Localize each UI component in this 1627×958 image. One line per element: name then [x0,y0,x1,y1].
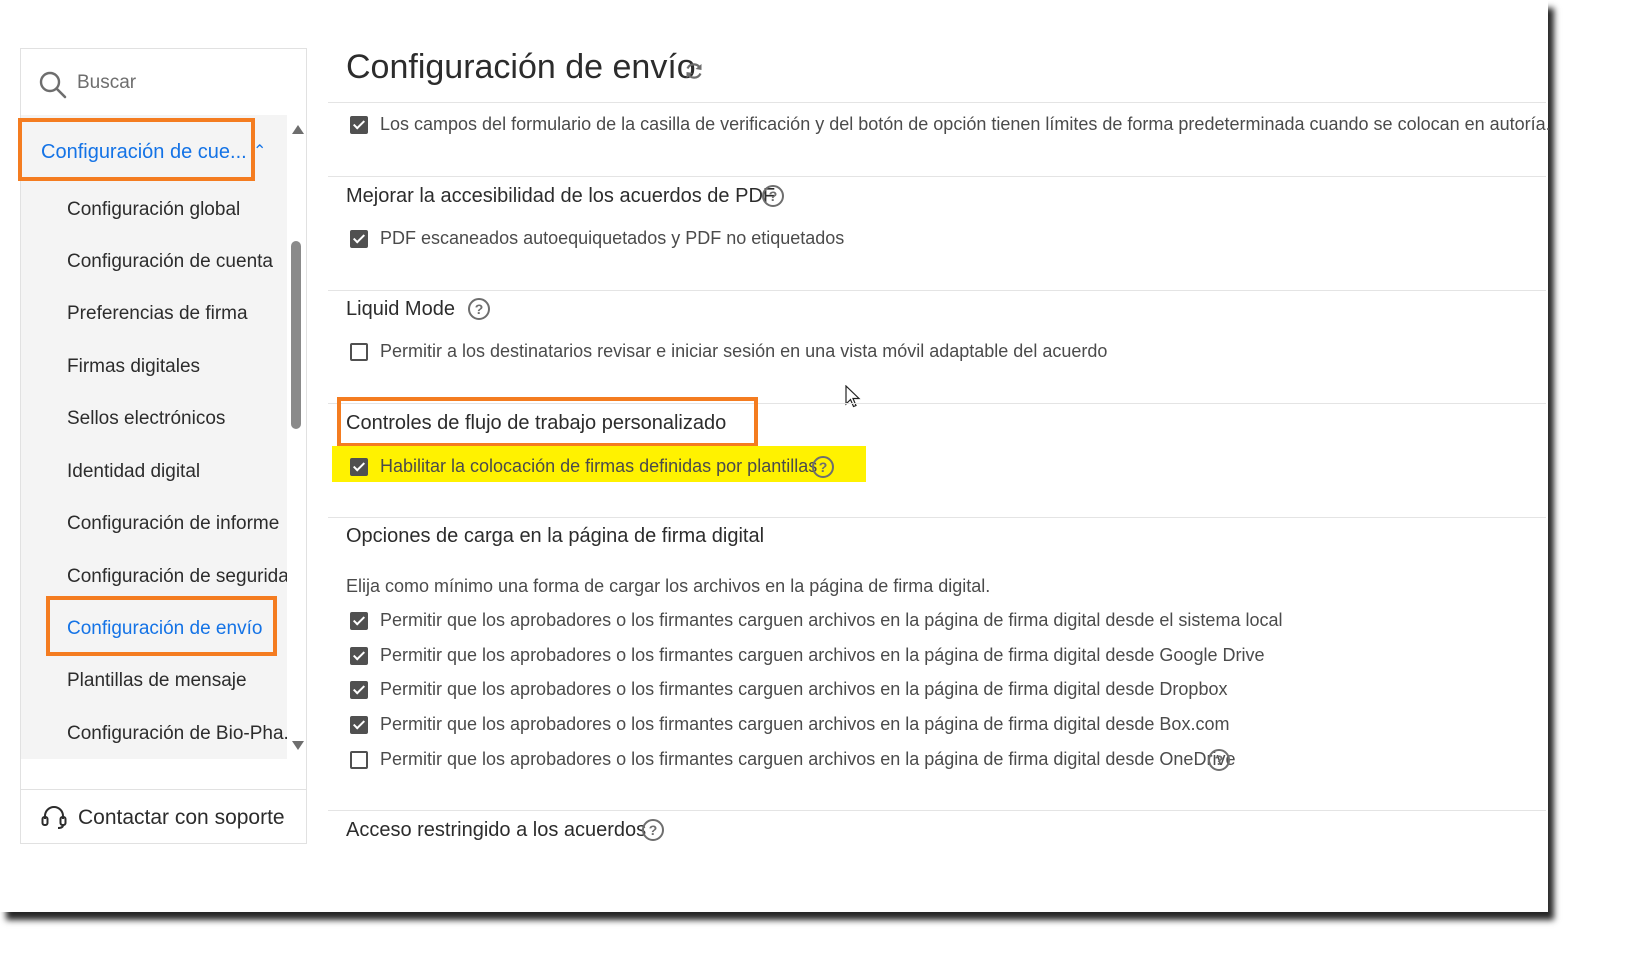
option-label: PDF escaneados autoequiquetados y PDF no… [380,228,845,248]
sidebar-item-security-settings[interactable]: Configuración de seguridad [67,566,299,588]
search-icon [39,71,67,99]
scrollbar-thumb[interactable] [291,241,301,429]
nav-group-account-settings[interactable]: Configuración de cue... ⌃ [21,123,287,175]
checkbox[interactable] [350,115,368,134]
divider [328,290,1546,291]
option-label: Permitir que los aprobadores o los firma… [380,749,1236,769]
checkbox[interactable] [350,646,368,665]
option-upload-box[interactable]: Permitir que los aprobadores o los firma… [350,714,1229,735]
contact-support-label: Contactar con soporte [78,806,285,829]
sidebar-item-global-settings[interactable]: Configuración global [67,199,240,221]
option-upload-dropbox[interactable]: Permitir que los aprobadores o los firma… [350,679,1227,700]
section-title-liquid-mode: Liquid Mode [346,298,455,320]
option-liquid-mode-view[interactable]: Permitir a los destinatarios revisar e i… [350,341,1107,362]
scroll-down-arrow-icon[interactable] [292,741,304,750]
option-template-signature-placement[interactable]: Habilitar la colocación de firmas defini… [350,456,817,477]
option-label: Permitir a los destinatarios revisar e i… [380,341,1108,361]
upload-options-description: Elija como mínimo una forma de cargar lo… [346,576,991,596]
section-title-upload-options: Opciones de carga en la página de firma … [346,525,765,547]
sidebar-item-bio-pharma-settings[interactable]: Configuración de Bio-Pha... [67,723,299,745]
help-icon[interactable]: ? [642,819,664,841]
option-upload-local[interactable]: Permitir que los aprobadores o los firma… [350,610,1282,631]
option-upload-onedrive[interactable]: Permitir que los aprobadores o los firma… [350,749,1235,770]
page-title: Configuración de envío [346,48,696,86]
divider [328,810,1546,811]
option-label: Permitir que los aprobadores o los firma… [380,679,1228,699]
section-title-custom-workflow-controls: Controles de flujo de trabajo personaliz… [346,412,727,434]
sidebar-scrollbar[interactable] [287,115,306,759]
help-icon[interactable]: ? [468,298,490,320]
divider [328,102,1546,103]
mouse-pointer-icon [845,385,861,408]
scroll-up-arrow-icon[interactable] [292,125,304,134]
sidebar-item-signature-preferences[interactable]: Preferencias de firma [67,303,248,325]
section-title-pdf-accessibility: Mejorar la accesibilidad de los acuerdos… [346,185,776,207]
checkbox[interactable] [350,611,368,630]
checkbox[interactable] [350,715,368,734]
sidebar: Configuración de cue... ⌃ Configuración … [20,48,307,844]
option-autotag-pdf[interactable]: PDF escaneados autoequiquetados y PDF no… [350,228,844,249]
sidebar-item-message-templates[interactable]: Plantillas de mensaje [67,670,247,692]
sidebar-item-digital-signatures[interactable]: Firmas digitales [67,356,200,378]
headset-icon [41,806,67,829]
divider [328,403,1546,404]
option-label: Permitir que los aprobadores o los firma… [380,610,1283,630]
sidebar-item-account-settings[interactable]: Configuración de cuenta [67,251,273,273]
contact-support-button[interactable]: Contactar con soporte [21,789,306,844]
option-label: Permitir que los aprobadores o los firma… [380,645,1265,665]
option-label: Permitir que los aprobadores o los firma… [380,714,1230,734]
sidebar-nav: Configuración de cue... ⌃ Configuración … [21,115,299,759]
option-label: Habilitar la colocación de firmas defini… [380,456,818,476]
refresh-icon[interactable] [683,60,705,82]
help-icon[interactable]: ? [812,456,834,478]
checkbox[interactable] [350,680,368,699]
option-form-field-borders[interactable]: Los campos del formulario de la casilla … [350,114,1551,135]
checkbox[interactable] [350,229,368,248]
sidebar-item-electronic-seals[interactable]: Sellos electrónicos [67,408,225,430]
checkbox[interactable] [350,750,368,769]
section-title-restricted-access: Acceso restringido a los acuerdos [346,819,647,841]
sidebar-item-digital-identity[interactable]: Identidad digital [67,461,200,483]
search-input[interactable] [75,67,289,99]
chevron-up-icon: ⌃ [253,143,267,160]
divider [328,517,1546,518]
nav-group-label: Configuración de cue... [41,141,247,163]
help-icon[interactable]: ? [762,185,784,207]
sidebar-item-report-settings[interactable]: Configuración de informe [67,513,279,535]
search-bar [21,49,306,116]
option-label: Los campos del formulario de la casilla … [380,114,1551,134]
option-upload-google-drive[interactable]: Permitir que los aprobadores o los firma… [350,645,1264,666]
sidebar-item-send-settings[interactable]: Configuración de envío [67,618,262,640]
checkbox[interactable] [350,457,368,476]
help-icon[interactable]: ? [1208,749,1230,771]
checkbox[interactable] [350,342,368,361]
divider [328,176,1546,177]
